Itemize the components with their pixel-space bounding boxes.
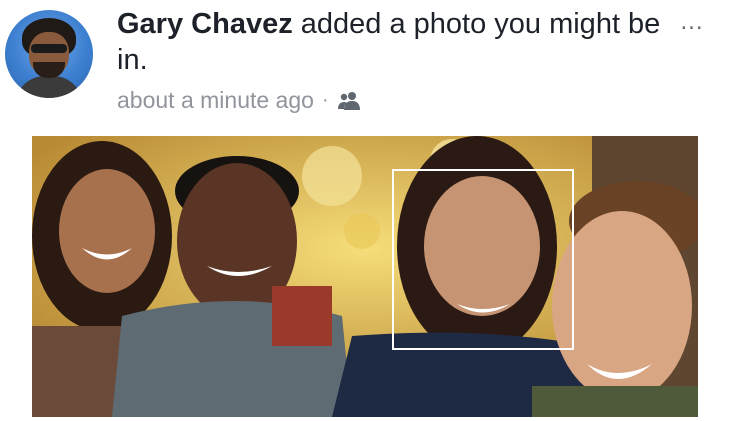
- post-header: Gary Chavez added a photo you might be i…: [0, 0, 749, 130]
- author-avatar[interactable]: [5, 10, 93, 98]
- author-name[interactable]: Gary Chavez: [117, 8, 293, 40]
- post-timestamp[interactable]: about a minute ago: [117, 87, 314, 114]
- friends-icon[interactable]: [337, 90, 361, 110]
- post-photo[interactable]: [32, 136, 698, 417]
- post-headline: Gary Chavez added a photo you might be i…: [117, 6, 677, 78]
- avatar-glasses: [31, 44, 67, 53]
- more-options-button[interactable]: ...: [676, 6, 708, 38]
- photo-illustration: [32, 136, 698, 417]
- face-tag-box[interactable]: [392, 169, 574, 350]
- avatar-beard: [33, 62, 65, 78]
- post-meta: about a minute ago ·: [117, 84, 361, 116]
- meta-separator: ·: [321, 88, 329, 111]
- avatar-shirt: [15, 76, 83, 98]
